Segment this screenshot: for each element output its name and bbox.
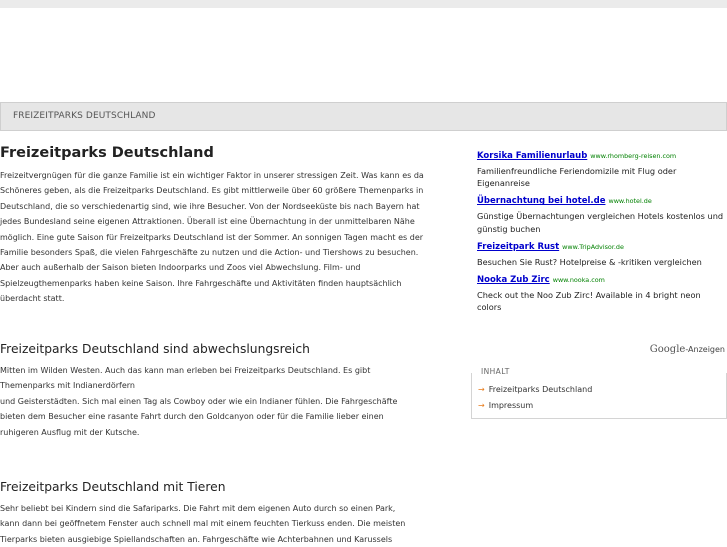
ad-item: Korsika Familienurlaub www.rhomberg-reise… (477, 150, 727, 189)
section-line: ruhigeren Ausflug mit der Kutsche. (0, 427, 140, 437)
ad-description: Besuchen Sie Rust? Hotelpreise & -kritik… (477, 256, 702, 267)
ad-title-link[interactable]: Übernachtung bei hotel.de (477, 196, 605, 206)
ad-url[interactable]: www.rhomberg-reisen.com (590, 152, 676, 160)
arrow-right-icon: → (478, 385, 485, 394)
section-tieren: Freizeitparks Deutschland mit Tieren Seh… (0, 479, 445, 547)
inhalt-item-label[interactable]: Freizeitparks Deutschland (489, 385, 593, 394)
ad-description: Familienfreundliche Feriendomizile mit F… (477, 166, 677, 189)
section-title: Freizeitparks Deutschland sind abwechslu… (0, 342, 310, 356)
breadcrumb: FREIZEITPARKS DEUTSCHLAND (0, 102, 727, 131)
ad-url[interactable]: www.nooka.com (553, 276, 605, 284)
section-line: Sehr beliebt bei Kindern sind die Safari… (0, 504, 396, 513)
intro-line: jedes Bundesland seine eigenen Attraktio… (0, 217, 415, 227)
section-paragraph: Mitten im Wilden Westen. Auch das kann m… (0, 363, 445, 440)
section-line: und Geisterstädten. Sich mal einen Tag a… (0, 396, 398, 406)
intro-line: Familie besonders Spaß, die vielen Fahrg… (0, 248, 419, 258)
intro-line: überdacht statt. (0, 294, 65, 304)
section-line: bieten dem Besucher eine rasante Fahrt d… (0, 412, 384, 422)
intro-line: möglich. Eine gute Saison für Freizeitpa… (0, 232, 424, 242)
section-line: Mitten im Wilden Westen. Auch das kann m… (0, 366, 371, 375)
main-article: Freizeitparks Deutschland Freizeitvergnü… (0, 144, 445, 307)
ad-url[interactable]: www.TripAdvisor.de (562, 243, 624, 251)
inhalt-title: INHALT (478, 367, 513, 376)
ad-description: Check out the Noo Zub Zirc! Available in… (477, 290, 701, 313)
breadcrumb-label[interactable]: FREIZEITPARKS DEUTSCHLAND (13, 111, 156, 121)
intro-line: Spielzeugthemenparks haben keine Saison.… (0, 278, 402, 288)
ad-attribution-label: -Anzeigen (685, 345, 725, 354)
section-line: Themenparks mit Indianerdörfern (0, 381, 135, 391)
intro-line: Aber auch außerhalb der Saison bieten In… (0, 263, 361, 273)
top-strip (0, 0, 727, 8)
page-title: Freizeitparks Deutschland (0, 145, 214, 161)
intro-line: Schöneres geben, als die Freizeitparks D… (0, 186, 424, 196)
ad-title-link[interactable]: Korsika Familienurlaub (477, 151, 587, 161)
arrow-right-icon: → (478, 401, 485, 410)
inhalt-item[interactable]: → Freizeitparks Deutschland (478, 382, 592, 398)
intro-paragraph: Freizeitvergnügen für die ganze Familie … (0, 168, 445, 307)
ad-title-link[interactable]: Nooka Zub Zirc (477, 275, 550, 285)
ad-item: Nooka Zub Zirc www.nooka.com Check out th… (477, 274, 727, 313)
ad-sidebar: Korsika Familienurlaub www.rhomberg-reise… (477, 150, 727, 355)
ad-attribution[interactable]: Google-Anzeigen (477, 344, 725, 355)
section-line: kann dann bei geöffnetem Fenster auch sc… (0, 519, 406, 529)
inhalt-item-label[interactable]: Impressum (489, 401, 533, 410)
ad-description: Günstige Übernachtungen vergleichen Hote… (477, 211, 724, 234)
inhalt-list: → Freizeitparks Deutschland → Impressum (478, 382, 592, 414)
section-abwechslungsreich: Freizeitparks Deutschland sind abwechslu… (0, 341, 445, 440)
section-title: Freizeitparks Deutschland mit Tieren (0, 480, 226, 494)
section-paragraph: Sehr beliebt bei Kindern sind die Safari… (0, 501, 445, 547)
inhalt-box: INHALT → Freizeitparks Deutschland → Impre… (471, 367, 727, 419)
intro-line: Deutschland, die so verschiedenartig sin… (0, 201, 420, 211)
ad-url[interactable]: www.hotel.de (608, 197, 651, 205)
section-line: Tierparks bieten ausgiebige Spiellandsch… (0, 534, 393, 544)
ad-title-link[interactable]: Freizeitpark Rust (477, 242, 559, 252)
ad-item: Übernachtung bei hotel.de www.hotel.de Gü… (477, 195, 727, 234)
ad-item: Freizeitpark Rust www.TripAdvisor.de Besu… (477, 241, 727, 268)
google-logo: Google (649, 344, 686, 355)
intro-line: Freizeitvergnügen für die ganze Familie … (0, 171, 424, 180)
inhalt-item[interactable]: → Impressum (478, 398, 592, 414)
